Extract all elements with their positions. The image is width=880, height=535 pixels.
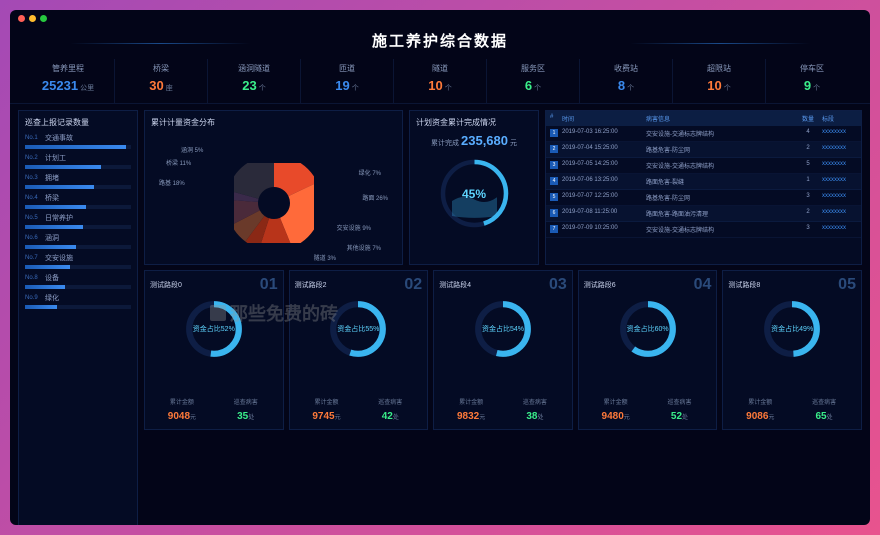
plan-label: 累计完成 235,680 元 <box>416 133 532 148</box>
table-row[interactable]: 62019-07-08 11:25:00路面危害-路面油污清理2xxxxxxxx <box>546 206 861 222</box>
segment-ring: 资金占比54% <box>439 298 567 360</box>
bar-item: No.2计划工 <box>25 153 131 169</box>
table-row[interactable]: 42019-07-06 13:25:00路面危害-裂缝1xxxxxxxx <box>546 174 861 190</box>
stat-label: 匝道 <box>301 63 393 74</box>
segment-ring: 资金占比52% <box>150 298 278 360</box>
stat-item: 涵洞隧道 23个 <box>208 59 301 103</box>
stat-label: 管养里程 <box>22 63 114 74</box>
stat-value: 30座 <box>115 77 207 95</box>
bar-item: No.3拥堵 <box>25 173 131 189</box>
stat-item: 收费站 8个 <box>580 59 673 103</box>
bar-item: No.5日常养护 <box>25 213 131 229</box>
page-title: 施工养护综合数据 <box>10 30 870 51</box>
bar-item: No.1交通事故 <box>25 133 131 149</box>
pie-label: 绿化 7% <box>359 168 381 177</box>
pie-panel: 累计计量资金分布 路基 18% 路面 26% 桥梁 11% 涵洞 5% 绿化 7… <box>144 110 403 265</box>
header: 施工养护综合数据 <box>10 26 870 59</box>
plan-panel: 计划资金累计完成情况 累计完成 235,680 元 45% <box>409 110 539 265</box>
close-icon[interactable] <box>18 15 25 22</box>
segment-card[interactable]: 测试路段202资金占比55%累计金额9745元巡查病害42处 <box>289 270 429 430</box>
table-row[interactable]: 72019-07-09 10:25:00交安设施-交通标志牌结构3xxxxxxx… <box>546 222 861 238</box>
stat-item: 服务区 6个 <box>487 59 580 103</box>
panel-title: 累计计量资金分布 <box>151 117 396 128</box>
stat-value: 23个 <box>208 77 300 95</box>
stat-value: 6个 <box>487 77 579 95</box>
segment-card[interactable]: 测试路段403资金占比54%累计金额9832元巡查病害38处 <box>433 270 573 430</box>
bar-item: No.6涵洞 <box>25 233 131 249</box>
bar-item: No.4桥梁 <box>25 193 131 209</box>
pie-label: 涵洞 5% <box>181 145 203 154</box>
stat-item: 桥梁 30座 <box>115 59 208 103</box>
stat-item: 管养里程 25231公里 <box>22 59 115 103</box>
bar-item: No.8设备 <box>25 273 131 289</box>
panel-title: 巡查上报记录数量 <box>25 117 131 128</box>
table-header: # 时间 病害信息 数量 标段 <box>546 111 861 126</box>
pie-label: 其他设施 7% <box>347 243 381 252</box>
bar-item: No.7交安设施 <box>25 253 131 269</box>
table-row[interactable]: 52019-07-07 12:25:00路基危害-防尘网3xxxxxxxx <box>546 190 861 206</box>
stat-label: 停车区 <box>766 63 858 74</box>
stat-item: 匝道 19个 <box>301 59 394 103</box>
table-panel: # 时间 病害信息 数量 标段 12019-07-03 16:25:00交安设施… <box>545 110 862 265</box>
panel-title: 计划资金累计完成情况 <box>416 117 532 128</box>
stat-item: 超限站 10个 <box>673 59 766 103</box>
stat-item: 隧道 10个 <box>394 59 487 103</box>
pie-chart: 路基 18% 路面 26% 桥梁 11% 涵洞 5% 绿化 7% 交安设施 9%… <box>151 133 396 273</box>
segment-card[interactable]: 测试路段805资金占比49%累计金额9086元巡查病害65处 <box>722 270 862 430</box>
stat-item: 停车区 9个 <box>766 59 858 103</box>
table-row[interactable]: 12019-07-03 16:25:00交安设施-交通标志牌结构4xxxxxxx… <box>546 126 861 142</box>
stat-value: 10个 <box>673 77 765 95</box>
stat-label: 隧道 <box>394 63 486 74</box>
pie-label: 交安设施 9% <box>337 223 371 232</box>
dashboard-window: 施工养护综合数据 管养里程 25231公里桥梁 30座涵洞隧道 23个匝道 19个隧道 1… <box>10 10 870 525</box>
pie-label: 路基 18% <box>159 178 185 187</box>
stats-row: 管养里程25231公里桥梁30座涵洞隧道23个匝道19个隧道10个服务区6个收费… <box>10 59 870 104</box>
table-row[interactable]: 32019-07-05 14:25:00交安设施-交通标志牌结构5xxxxxxx… <box>546 158 861 174</box>
minimize-icon[interactable] <box>29 15 36 22</box>
titlebar <box>10 10 870 26</box>
segment-ring: 资金占比55% <box>295 298 423 360</box>
stat-value: 8个 <box>580 77 672 95</box>
segment-ring: 资金占比60% <box>584 298 712 360</box>
segment-ring: 资金占比49% <box>728 298 856 360</box>
stat-label: 收费站 <box>580 63 672 74</box>
stat-label: 服务区 <box>487 63 579 74</box>
stat-label: 桥梁 <box>115 63 207 74</box>
pie-label: 桥梁 11% <box>166 158 191 167</box>
bar-item: No.9绿化 <box>25 293 131 309</box>
stat-label: 超限站 <box>673 63 765 74</box>
left-panel: 巡查上报记录数量 No.1交通事故 No.2计划工 No.3拥堵 No.4桥梁 No.5… <box>18 110 138 525</box>
stat-value: 10个 <box>394 77 486 95</box>
segment-card[interactable]: 测试路段001资金占比52%累计金额9048元巡查病害35处 <box>144 270 284 430</box>
stat-value: 9个 <box>766 77 858 95</box>
table-row[interactable]: 22019-07-04 15:25:00路基危害-防尘网2xxxxxxxx <box>546 142 861 158</box>
stat-value: 25231公里 <box>22 77 114 95</box>
progress-pct: 45% <box>462 187 486 201</box>
segment-card[interactable]: 测试路段604资金占比60%累计金额9480元巡查病害52处 <box>578 270 718 430</box>
maximize-icon[interactable] <box>40 15 47 22</box>
progress-ring: 45% <box>416 156 532 231</box>
stat-value: 19个 <box>301 77 393 95</box>
pie-label: 路面 26% <box>362 193 388 202</box>
stat-label: 涵洞隧道 <box>208 63 300 74</box>
pie-label: 隧道 3% <box>314 253 336 262</box>
